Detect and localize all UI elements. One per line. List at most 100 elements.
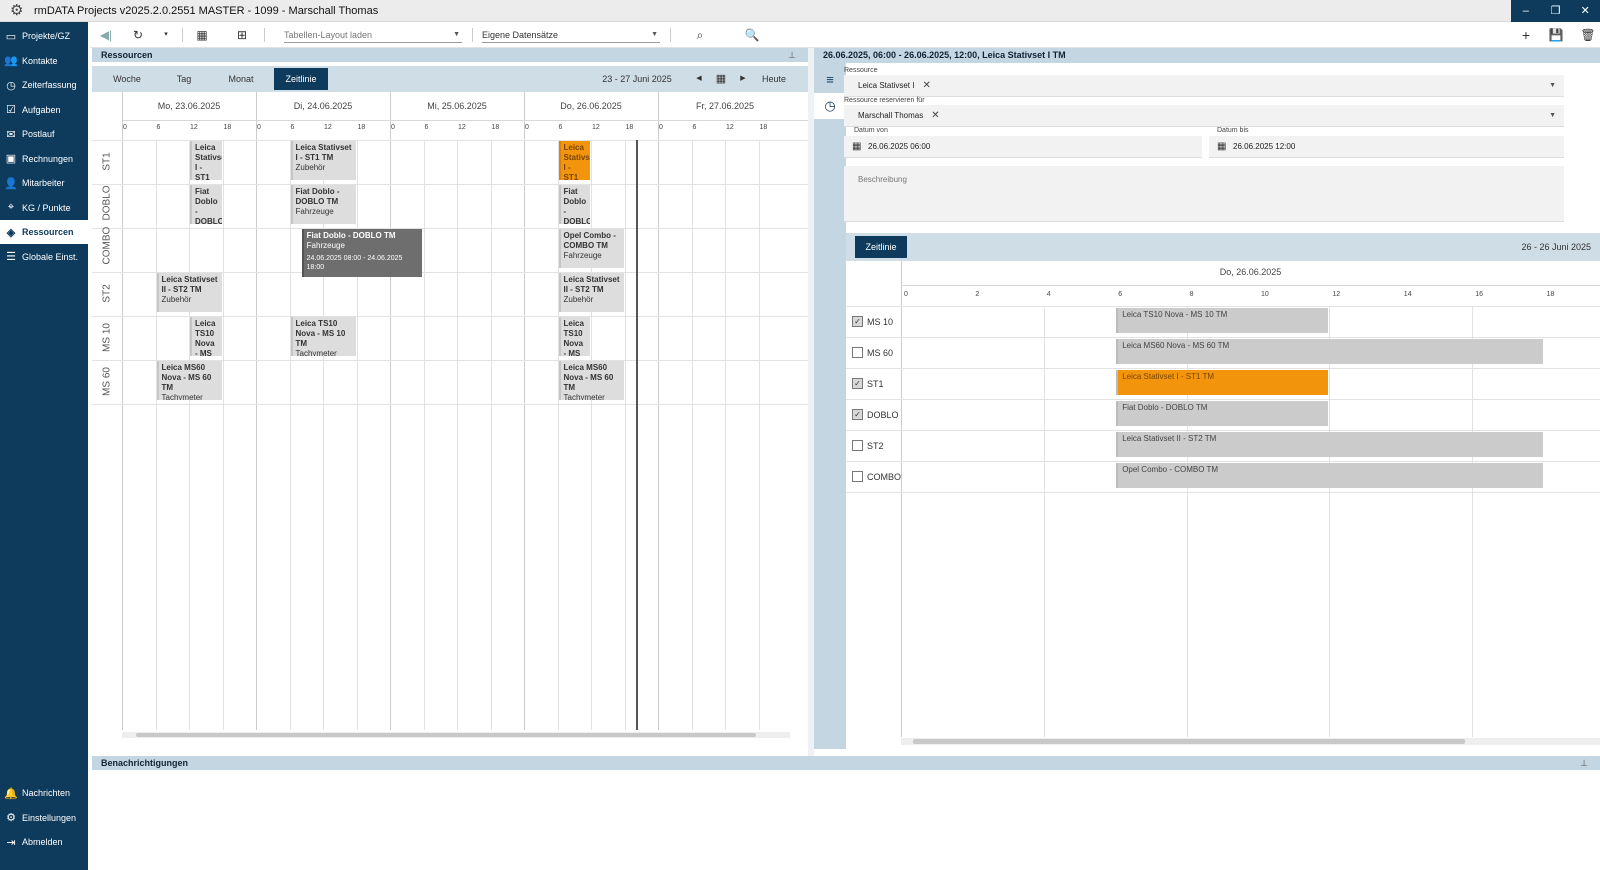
resource-row-st1: ✓ ST1: [846, 368, 901, 399]
resource-checkbox[interactable]: [852, 440, 863, 451]
table-icon[interactable]: ▦: [194, 26, 210, 44]
sidebar: ▭ Projekte/GZ 👥 Kontakte ◷ Zeiterfassung ☑ Aufg…: [0, 22, 88, 870]
horizontal-scrollbar[interactable]: [122, 732, 790, 738]
header-divider: [901, 285, 1600, 286]
description-field[interactable]: Beschreibung: [844, 166, 1564, 222]
chevron-down-icon[interactable]: ▼: [1549, 75, 1556, 97]
sidebar-item-zeiterfassung[interactable]: ◷ Zeiterfassung: [0, 73, 88, 97]
scroll-thumb[interactable]: [136, 733, 756, 737]
reservation-event[interactable]: Fiat Doblo - DOBLO TMFahrzeuge: [558, 185, 590, 224]
clock-icon: ◷: [6, 79, 16, 92]
table-layout-dropdown[interactable]: Tabellen-Layout laden ▼: [284, 28, 462, 43]
detail-reservation-event[interactable]: Leica Stativset I - ST1 TM: [1116, 370, 1329, 395]
sidebar-item-mitarbeiter[interactable]: 👤 Mitarbeiter: [0, 171, 88, 195]
hour-tick: 8: [1189, 291, 1194, 298]
reserve-for-field[interactable]: Marschall Thomas ✕ ▼: [844, 105, 1564, 127]
chevron-down-icon[interactable]: ▼: [1549, 105, 1556, 127]
detail-reservation-event[interactable]: Opel Combo - COMBO TM: [1116, 463, 1543, 488]
excel-export-icon[interactable]: ⊞: [234, 26, 250, 44]
refresh-options-icon[interactable]: ▾: [160, 26, 172, 44]
reservation-event[interactable]: Leica Stativset I - ST1 TMZubehör: [290, 141, 356, 180]
resource-checkbox[interactable]: [852, 347, 863, 358]
today-button[interactable]: Heute: [754, 68, 794, 90]
sidebar-item-label: Rechnungen: [22, 153, 74, 164]
collapse-icon[interactable]: ◀|: [98, 26, 114, 44]
resource-checkbox[interactable]: ✓: [852, 409, 863, 420]
reservation-event[interactable]: Leica TS10 Nova - MS 10 TMTachymeter: [290, 317, 356, 356]
day-header: Mo, 23.06.2025: [157, 101, 221, 111]
resource-checkbox[interactable]: ✓: [852, 378, 863, 389]
detail-reservation-event[interactable]: Fiat Doblo - DOBLO TM: [1116, 401, 1329, 426]
scroll-thumb[interactable]: [913, 739, 1465, 744]
row-divider: [846, 306, 1600, 307]
refresh-icon[interactable]: ↻: [130, 26, 146, 44]
tab-monat[interactable]: Monat: [216, 68, 266, 90]
sidebar-item-aufgaben[interactable]: ☑ Aufgaben: [0, 98, 88, 122]
sidebar-item-rechnungen[interactable]: ▣ Rechnungen: [0, 147, 88, 171]
day-header: Do, 26.06.2025: [560, 101, 622, 111]
reservation-event[interactable]: Leica Stativset I - ST1 TMZubehör: [558, 141, 590, 180]
search-icon[interactable]: 🔍: [744, 26, 760, 44]
reservation-event[interactable]: Fiat Doblo - DOBLO TMFahrzeuge: [190, 185, 222, 224]
minimize-button[interactable]: –: [1511, 0, 1541, 22]
filter-search-icon[interactable]: ⌕: [692, 26, 708, 44]
pin-icon[interactable]: ⊥: [788, 48, 796, 62]
date-to-field[interactable]: ▦ 26.06.2025 12:00: [1209, 136, 1564, 158]
mail-icon: ✉: [6, 128, 16, 141]
sidebar-item-postlauf[interactable]: ✉ Postlauf: [0, 122, 88, 146]
reservation-event[interactable]: Fiat Doblo - DOBLO TMFahrzeuge: [290, 185, 356, 224]
calendar-icon[interactable]: ▦: [1217, 136, 1226, 158]
reservation-event[interactable]: Fiat Doblo - DOBLO TM Fahrzeuge 24.06.2025…: [301, 229, 423, 277]
tab-tag[interactable]: Tag: [162, 68, 206, 90]
hour-tick: 0: [123, 124, 127, 131]
resource-checkbox[interactable]: [852, 471, 863, 482]
detail-reservation-event[interactable]: Leica Stativset II - ST2 TM: [1116, 432, 1543, 457]
tab-zeitlinie[interactable]: Zeitlinie: [274, 68, 328, 90]
reservation-event[interactable]: Leica Stativset II - ST2 TM Zubehör: [558, 273, 624, 312]
hour-tick: 12: [1332, 291, 1341, 298]
reservation-event[interactable]: Leica Stativset I - ST1 TMZubehör: [190, 141, 222, 180]
reservation-event[interactable]: Opel Combo - COMBO TM Fahrzeuge: [558, 229, 624, 268]
sidebar-item-abmelden[interactable]: ⇥ Abmelden: [0, 830, 88, 854]
reservation-event[interactable]: Leica MS60 Nova - MS 60 TM Tachymeter: [558, 361, 624, 400]
prev-icon[interactable]: ◀: [692, 68, 706, 90]
resource-name: ST2: [867, 440, 884, 451]
pin-icon[interactable]: ⊥: [1580, 756, 1588, 770]
checklist-icon: ☑: [6, 104, 16, 116]
reservation-event[interactable]: Leica Stativset II - ST2 TM Zubehör: [156, 273, 222, 312]
app-logo-icon: ⚙: [10, 2, 24, 19]
sidebar-item-nachrichten[interactable]: 🔔 Nachrichten: [0, 781, 88, 805]
detail-horizontal-scrollbar[interactable]: [901, 738, 1600, 745]
maximize-button[interactable]: ❐: [1541, 0, 1571, 22]
sidebar-item-kg-punkte[interactable]: ⌖ KG / Punkte: [0, 196, 88, 220]
sidebar-item-einstellungen[interactable]: ⚙ Einstellungen: [0, 806, 88, 830]
delete-icon[interactable]: 🗑: [1580, 26, 1596, 44]
menu-icon[interactable]: ≡: [814, 67, 846, 93]
reservation-event[interactable]: Leica TS10 Nova - MS 10 TMTachymeter: [558, 317, 590, 356]
sidebar-item-globale-einst[interactable]: ☰ Globale Einst.: [0, 245, 88, 269]
resource-field[interactable]: Leica Stativset I ✕ ▼: [844, 75, 1564, 97]
sidebar-item-kontakte[interactable]: 👥 Kontakte: [0, 49, 88, 73]
calendar-clock-icon[interactable]: ◷: [814, 93, 846, 119]
tab-woche[interactable]: Woche: [102, 68, 152, 90]
clear-person-icon[interactable]: ✕: [931, 110, 939, 121]
calendar-icon[interactable]: ▦: [712, 68, 730, 90]
close-button[interactable]: ✕: [1570, 0, 1600, 22]
sidebar-item-projekte-gz[interactable]: ▭ Projekte/GZ: [0, 24, 88, 48]
date-from-field[interactable]: ▦ 26.06.2025 06:00: [844, 136, 1202, 158]
save-icon[interactable]: 💾: [1548, 26, 1564, 44]
hour-tick: 18: [759, 124, 768, 131]
tab-zeitlinie-detail[interactable]: Zeitlinie: [855, 236, 907, 258]
add-icon[interactable]: +: [1518, 26, 1534, 44]
resource-checkbox[interactable]: ✓: [852, 316, 863, 327]
next-icon[interactable]: ▶: [736, 68, 750, 90]
toolbar: ◀| ↻ ▾ ▦ ⊞ Tabellen-Layout laden ▼ Eigene…: [90, 22, 1600, 48]
calendar-icon[interactable]: ▦: [852, 136, 861, 158]
clear-resource-icon[interactable]: ✕: [922, 80, 930, 91]
detail-reservation-event[interactable]: Leica TS10 Nova - MS 10 TM: [1116, 308, 1329, 333]
reservation-event[interactable]: Leica MS60 Nova - MS 60 TM Tachymeter: [156, 361, 222, 400]
sidebar-item-ressourcen[interactable]: ◈ Ressourcen: [0, 220, 88, 244]
datasets-dropdown[interactable]: Eigene Datensätze ▼: [482, 28, 660, 43]
detail-reservation-event[interactable]: Leica MS60 Nova - MS 60 TM: [1116, 339, 1543, 364]
reservation-event[interactable]: Leica TS10 Nova - MS 10 TMTachymeter: [190, 317, 222, 356]
